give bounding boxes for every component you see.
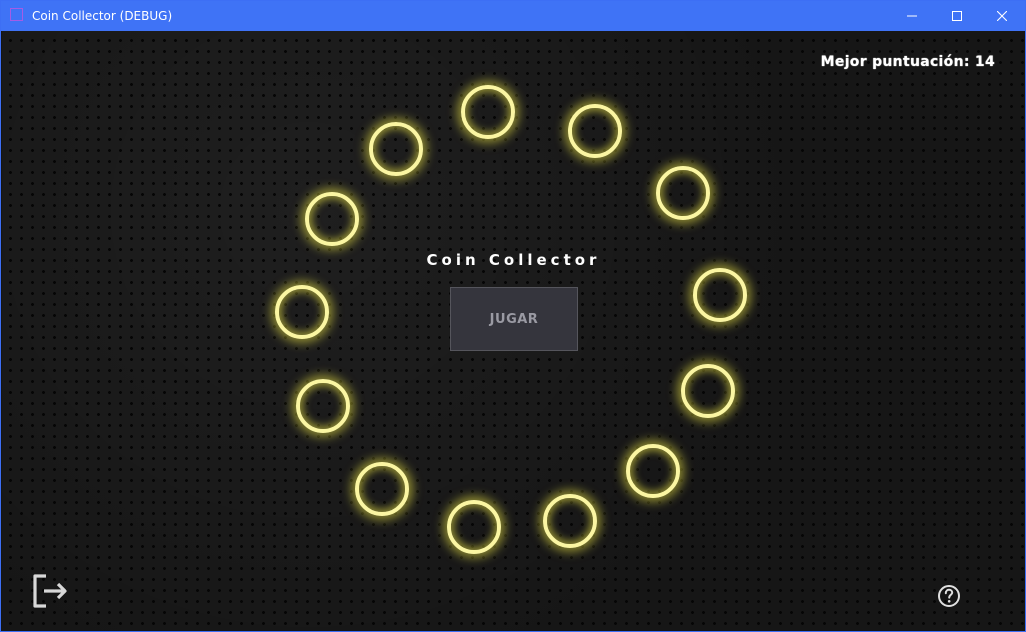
help-icon (938, 585, 960, 607)
minimize-button[interactable] (889, 1, 935, 31)
maximize-button[interactable] (934, 1, 980, 31)
app-icon (10, 8, 23, 21)
maximize-icon (952, 11, 962, 21)
coin-ring (656, 166, 710, 220)
coin-ring (275, 285, 329, 339)
coin-ring (447, 500, 501, 554)
help-button[interactable] (936, 583, 962, 609)
coin-ring (369, 122, 423, 176)
exit-button[interactable] (30, 571, 70, 611)
exit-icon (33, 574, 67, 608)
title-bar[interactable]: Coin Collector (DEBUG) (1, 1, 1025, 31)
close-button[interactable] (979, 1, 1025, 31)
app-window: Coin Collector (DEBUG) Mejor puntuación:… (0, 0, 1026, 632)
coin-ring (568, 104, 622, 158)
minimize-icon (907, 15, 917, 17)
window-title: Coin Collector (DEBUG) (32, 9, 173, 23)
coin-ring (461, 85, 515, 139)
game-canvas[interactable]: Mejor puntuación: 14 Coin Collector JUGA… (2, 31, 1025, 631)
coin-ring (693, 268, 747, 322)
coin-ring (305, 192, 359, 246)
close-icon (997, 11, 1007, 21)
coin-ring (543, 494, 597, 548)
best-score-label: Mejor puntuación: 14 (820, 54, 995, 70)
coin-ring (355, 462, 409, 516)
game-title: Coin Collector (426, 251, 601, 269)
coin-ring (626, 444, 680, 498)
coin-ring (681, 364, 735, 418)
play-button[interactable]: JUGAR (450, 287, 578, 351)
coin-ring (296, 379, 350, 433)
